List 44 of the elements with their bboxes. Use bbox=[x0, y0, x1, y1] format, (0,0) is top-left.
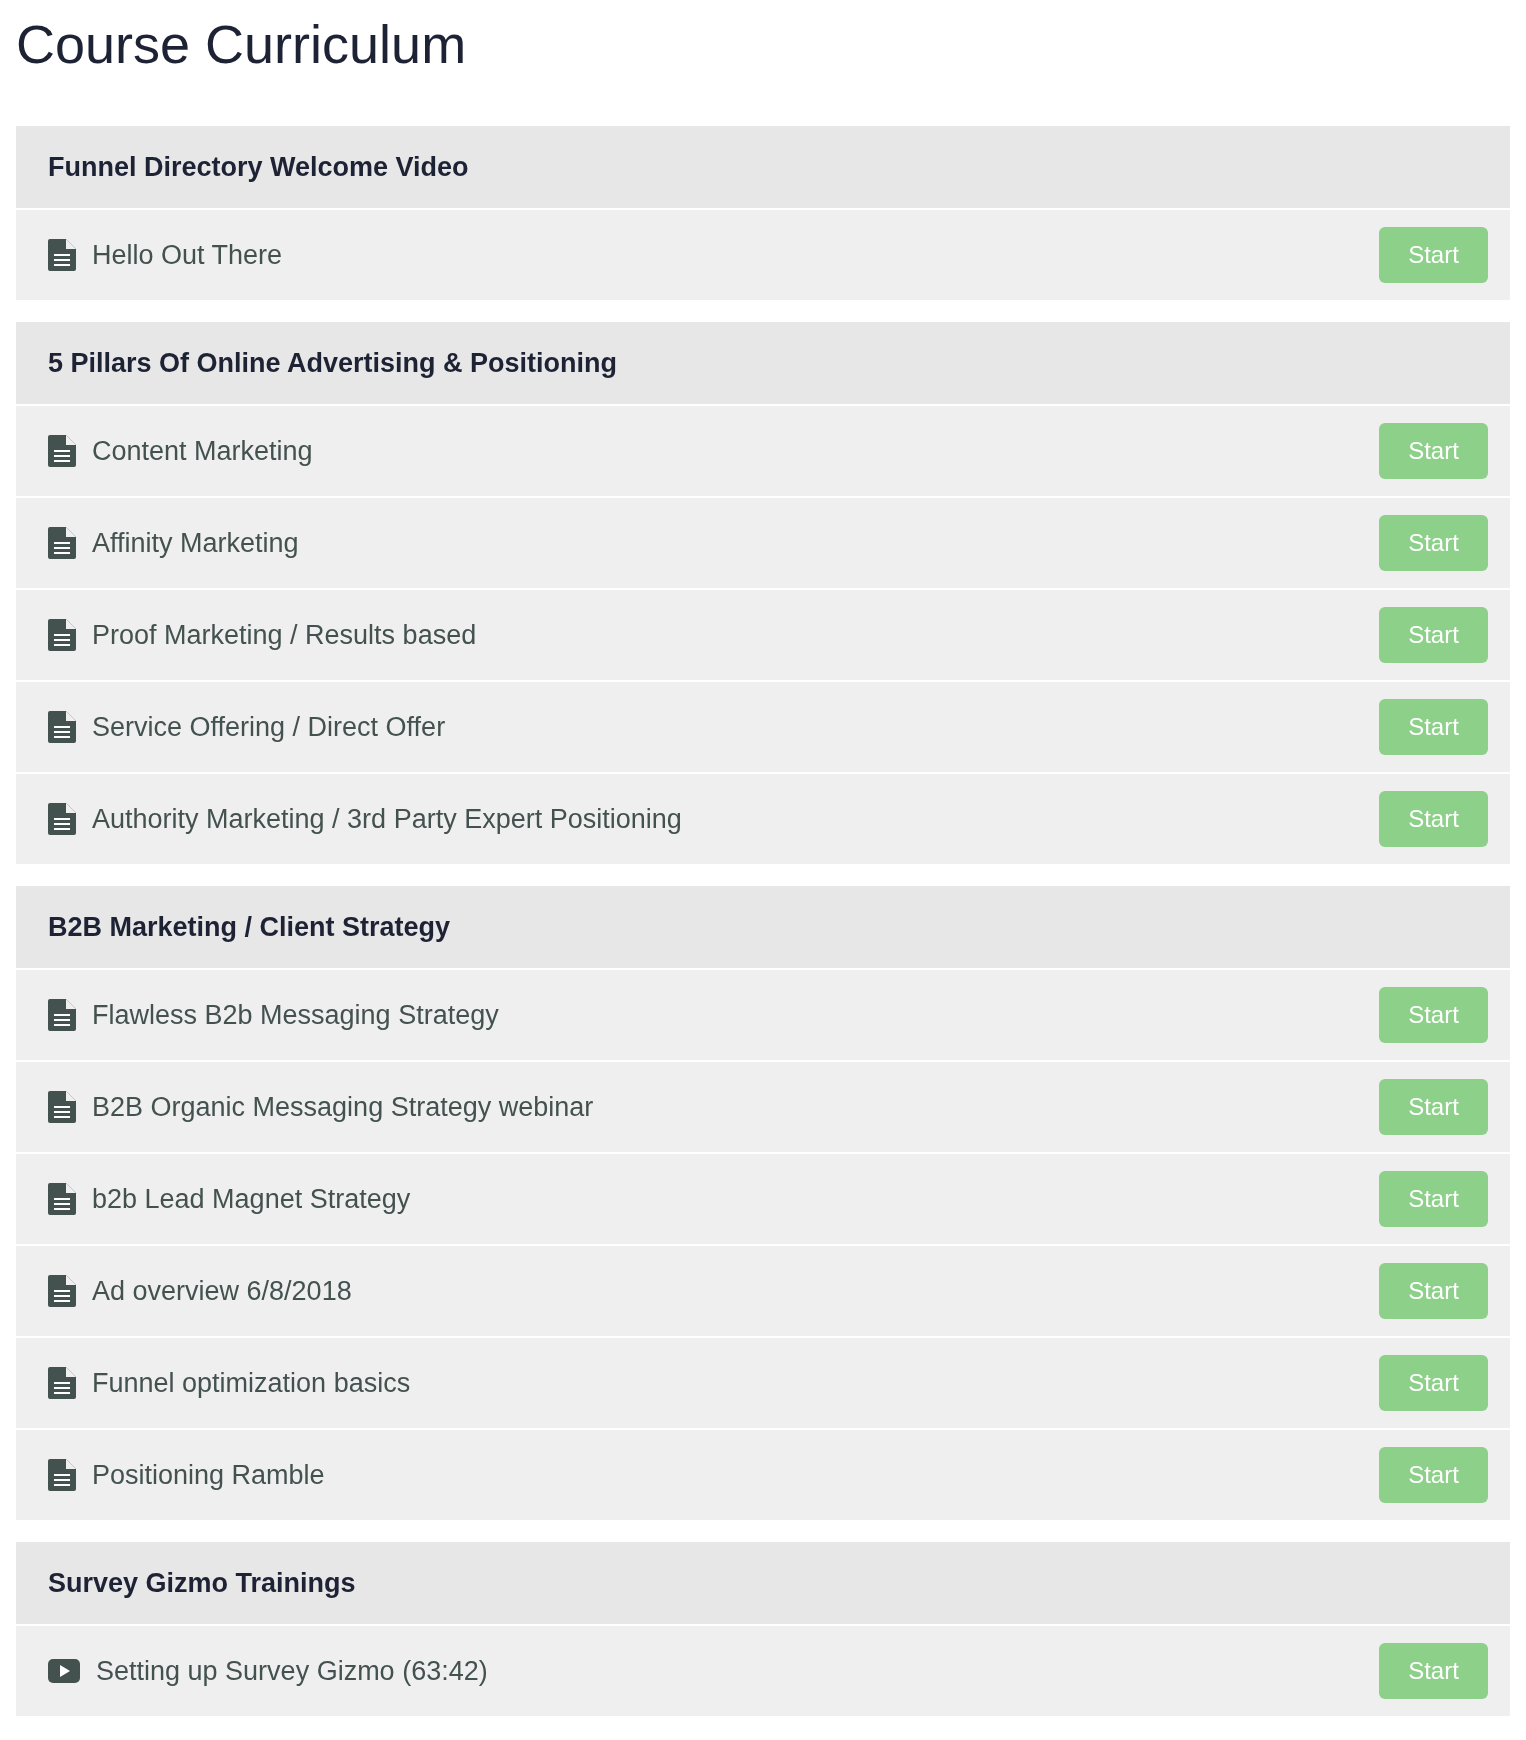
document-icon bbox=[48, 1091, 76, 1123]
lesson-title: Content Marketing bbox=[92, 434, 314, 468]
section-title: Survey Gizmo Trainings bbox=[48, 1566, 356, 1600]
start-button[interactable]: Start bbox=[1379, 987, 1488, 1043]
lesson-title: Funnel optimization basics bbox=[92, 1366, 412, 1400]
lesson-title: Service Offering / Direct Offer bbox=[92, 710, 447, 744]
document-icon bbox=[48, 435, 76, 467]
document-icon bbox=[48, 999, 76, 1031]
document-icon bbox=[48, 619, 76, 651]
lesson-title: Setting up Survey Gizmo (63:42) bbox=[96, 1654, 489, 1688]
lesson-title: Flawless B2b Messaging Strategy bbox=[92, 998, 500, 1032]
lesson-title: B2B Organic Messaging Strategy webinar bbox=[92, 1090, 595, 1124]
start-button[interactable]: Start bbox=[1379, 1171, 1488, 1227]
start-button[interactable]: Start bbox=[1379, 1263, 1488, 1319]
document-icon bbox=[48, 1459, 76, 1491]
section-title: 5 Pillars Of Online Advertising & Positioning bbox=[48, 346, 618, 380]
start-button[interactable]: Start bbox=[1379, 791, 1488, 847]
document-icon bbox=[48, 711, 76, 743]
lesson-title: Affinity Marketing bbox=[92, 526, 300, 560]
document-icon bbox=[48, 1367, 76, 1399]
lesson-title: Hello Out There bbox=[92, 238, 284, 272]
start-button[interactable]: Start bbox=[1379, 1079, 1488, 1135]
start-button[interactable]: Start bbox=[1379, 1643, 1488, 1699]
lesson-title: Authority Marketing / 3rd Party Expert Positioning bbox=[92, 802, 683, 836]
document-icon bbox=[48, 239, 76, 271]
document-icon bbox=[48, 527, 76, 559]
section-title: B2B Marketing / Client Strategy bbox=[48, 910, 451, 944]
video-play-icon bbox=[48, 1659, 80, 1683]
lesson-title: Positioning Ramble bbox=[92, 1458, 326, 1492]
page-title: Course Curriculum bbox=[16, 13, 467, 76]
section-title: Funnel Directory Welcome Video bbox=[48, 150, 469, 184]
start-button[interactable]: Start bbox=[1379, 607, 1488, 663]
start-button[interactable]: Start bbox=[1379, 699, 1488, 755]
start-button[interactable]: Start bbox=[1379, 423, 1488, 479]
document-icon bbox=[48, 1183, 76, 1215]
document-icon bbox=[48, 803, 76, 835]
lesson-title: Proof Marketing / Results based bbox=[92, 618, 478, 652]
start-button[interactable]: Start bbox=[1379, 515, 1488, 571]
document-icon bbox=[48, 1275, 76, 1307]
start-button[interactable]: Start bbox=[1379, 1355, 1488, 1411]
lesson-title: Ad overview 6/8/2018 bbox=[92, 1274, 353, 1308]
lesson-title: b2b Lead Magnet Strategy bbox=[92, 1182, 412, 1216]
start-button[interactable]: Start bbox=[1379, 1447, 1488, 1503]
start-button[interactable]: Start bbox=[1379, 227, 1488, 283]
